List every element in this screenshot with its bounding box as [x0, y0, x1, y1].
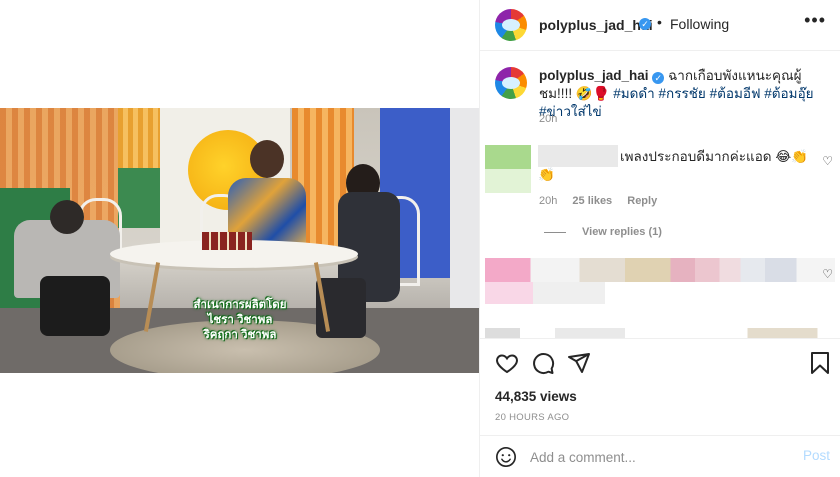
comment-like-icon[interactable]: ♡ — [822, 154, 833, 168]
comment-input[interactable] — [530, 448, 780, 466]
comment-likes-link[interactable]: 25 likes — [572, 195, 612, 207]
view-replies-button[interactable]: View replies (1) — [544, 226, 662, 238]
table-props — [202, 232, 252, 250]
video-player[interactable]: สำเนาการผลิตโดย ไชรา วิชาพล ริคฤกา วิชาพ… — [0, 108, 479, 373]
avatar[interactable] — [485, 145, 531, 193]
verified-badge-icon: ✓ — [639, 18, 651, 30]
redacted-comment — [485, 328, 835, 338]
redacted-comment — [485, 282, 605, 304]
media-pane: สำเนาการผลิตโดย ไชรา วิชาพล ริคฤกา วิชาพ… — [0, 0, 479, 477]
post-comment-button[interactable]: Post — [803, 448, 830, 463]
post-details-panel: polyplus_jad_hai ✓ • Following ••• polyp… — [479, 0, 840, 477]
emoji-smiley-icon[interactable] — [495, 446, 517, 468]
comment-meta: 20h 25 likes Reply — [539, 195, 669, 207]
post-header: polyplus_jad_hai ✓ • Following ••• — [480, 0, 840, 51]
post-timestamp: 20 HOURS AGO — [495, 412, 570, 423]
separator-dot: • — [657, 14, 662, 30]
avatar[interactable] — [495, 9, 527, 41]
comment-text: เพลงประกอบดีมากค่ะแอด 😂👏 👏 — [538, 149, 808, 182]
comment-timestamp: 20h — [539, 195, 558, 207]
reply-button[interactable]: Reply — [627, 195, 657, 207]
post-actions: 44,835 views 20 HOURS AGO — [480, 338, 840, 435]
subtitle-line: ไชรา วิชาพล — [207, 314, 273, 326]
username-link[interactable]: polyplus_jad_hai — [539, 17, 653, 33]
paper-plane-icon[interactable] — [567, 351, 591, 375]
caption-emoji: 🤣🥊 — [575, 86, 610, 101]
studio-backdrop — [118, 168, 162, 228]
following-button[interactable]: Following — [670, 16, 729, 32]
person-head — [50, 200, 84, 234]
more-options-icon[interactable]: ••• — [804, 10, 826, 31]
person-legs — [40, 276, 110, 336]
bookmark-icon[interactable] — [810, 351, 830, 375]
view-count[interactable]: 44,835 views — [495, 389, 577, 404]
add-comment-bar: Post — [480, 435, 840, 477]
video-subtitle: สำเนาการผลิตโดย ไชรา วิชาพล ริคฤกา วิชาพ… — [180, 298, 300, 343]
redacted-comment — [485, 258, 835, 282]
subtitle-line: ริคฤกา วิชาพล — [203, 329, 277, 341]
comments-list[interactable]: polyplus_jad_hai ✓ ฉากเกือบพังแหนะคุณผู้… — [480, 52, 840, 338]
caption-timestamp: 20h — [539, 113, 558, 125]
instagram-post-view: สำเนาการผลิตโดย ไชรา วิชาพล ริคฤกา วิชาพ… — [0, 0, 840, 477]
hashtag-link[interactable]: #ต้อมอีฟ — [710, 86, 761, 101]
comment-bubble-icon[interactable] — [531, 351, 555, 375]
person-head — [250, 140, 284, 178]
post-caption: polyplus_jad_hai ✓ ฉากเกือบพังแหนะคุณผู้… — [539, 67, 829, 121]
hashtag-link[interactable]: #ต้อมอุ๊ย — [764, 86, 813, 101]
heart-outline-icon[interactable] — [495, 351, 519, 375]
subtitle-line: สำเนาการผลิตโดย — [193, 299, 287, 311]
avatar[interactable] — [495, 67, 527, 99]
hashtag-link[interactable]: #กรรชัย — [659, 86, 706, 101]
hashtag-link[interactable]: #มดดำ — [613, 86, 655, 101]
comment-like-icon[interactable]: ♡ — [822, 267, 833, 281]
caption-username[interactable]: polyplus_jad_hai — [539, 68, 649, 83]
verified-badge-icon: ✓ — [652, 72, 665, 84]
